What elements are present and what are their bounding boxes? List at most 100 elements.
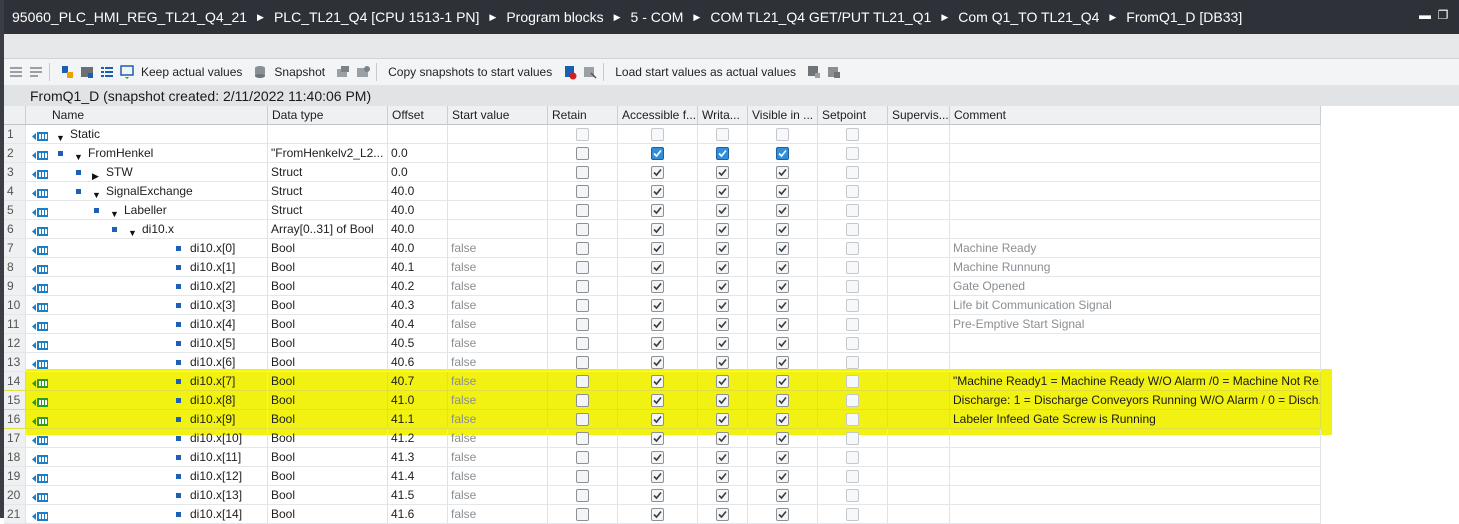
writable-checkbox[interactable] (716, 166, 729, 179)
column-header[interactable]: Setpoint (818, 106, 888, 125)
name-cell[interactable]: di10.x[10] (4, 429, 268, 448)
comment-cell[interactable]: Discharge: 1 = Discharge Conveyors Runni… (950, 391, 1321, 410)
accessible-checkbox[interactable] (651, 242, 664, 255)
writable-checkbox[interactable] (716, 204, 729, 217)
table-row[interactable]: ▼ Static 1 (4, 125, 1459, 144)
comment-cell[interactable]: Machine Ready (950, 239, 1321, 258)
collapse-all-icon[interactable] (79, 64, 95, 80)
data-type-cell[interactable]: Bool (268, 334, 388, 353)
comment-cell[interactable] (950, 163, 1321, 182)
snapshot-compare-icon[interactable] (335, 64, 351, 80)
retain-checkbox[interactable] (576, 204, 589, 217)
copy-snapshots-button[interactable]: Copy snapshots to start values (388, 65, 552, 79)
name-cell[interactable]: di10.x[14] (4, 505, 268, 524)
table-row[interactable]: di10.x[5] 12 Bool 40.5 false (4, 334, 1459, 353)
supervision-cell[interactable] (888, 277, 950, 296)
name-cell[interactable]: ▼ Labeller (4, 201, 268, 220)
table-row[interactable]: di10.x[3] 10 Bool 40.3 false Life bit Communi… (4, 296, 1459, 315)
visible-checkbox[interactable] (776, 299, 789, 312)
table-row[interactable]: ▼ SignalExchange 4 Struct 40.0 (4, 182, 1459, 201)
supervision-cell[interactable] (888, 410, 950, 429)
supervision-cell[interactable] (888, 467, 950, 486)
breadcrumb-item[interactable]: Program blocks (504, 9, 605, 25)
data-type-cell[interactable]: Struct (268, 182, 388, 201)
name-cell[interactable]: ▼ FromHenkel (4, 144, 268, 163)
column-header[interactable]: Start value (448, 106, 548, 125)
table-row[interactable]: di10.x[11] 18 Bool 41.3 false (4, 448, 1459, 467)
name-cell[interactable]: di10.x[3] (4, 296, 268, 315)
comment-cell[interactable] (950, 486, 1321, 505)
accessible-checkbox[interactable] (651, 147, 664, 160)
writable-checkbox[interactable] (716, 337, 729, 350)
accessible-checkbox[interactable] (651, 375, 664, 388)
accessible-checkbox[interactable] (651, 489, 664, 502)
data-type-cell[interactable]: Bool (268, 505, 388, 524)
comment-cell[interactable]: "Machine Ready1 = Machine Ready W/O Alar… (950, 372, 1321, 391)
accessible-checkbox[interactable] (651, 185, 664, 198)
retain-checkbox[interactable] (576, 318, 589, 331)
retain-checkbox[interactable] (576, 432, 589, 445)
table-row[interactable]: ▼ FromHenkel 2 "FromHenkelv2_L2... 0.0 (4, 144, 1459, 163)
visible-checkbox[interactable] (776, 204, 789, 217)
snapshot-monitor-icon[interactable] (355, 64, 371, 80)
retain-checkbox[interactable] (576, 242, 589, 255)
supervision-cell[interactable] (888, 258, 950, 277)
visible-checkbox[interactable] (776, 223, 789, 236)
name-cell[interactable]: di10.x[4] (4, 315, 268, 334)
comment-cell[interactable]: Gate Opened (950, 277, 1321, 296)
writable-checkbox[interactable] (716, 261, 729, 274)
data-type-cell[interactable]: Bool (268, 486, 388, 505)
table-row[interactable]: di10.x[4] 11 Bool 40.4 false Pre-Emptive Star… (4, 315, 1459, 334)
column-header[interactable]: Offset (388, 106, 448, 125)
retain-checkbox[interactable] (576, 128, 589, 141)
setpoint-checkbox[interactable] (846, 242, 859, 255)
column-header[interactable]: Comment (950, 106, 1321, 125)
name-cell[interactable]: di10.x[6] (4, 353, 268, 372)
breadcrumb-item[interactable]: FromQ1_D [DB33] (1124, 9, 1244, 25)
retain-checkbox[interactable] (576, 451, 589, 464)
breadcrumb-item[interactable]: 95060_PLC_HMI_REG_TL21_Q4_21 (10, 9, 249, 25)
visible-checkbox[interactable] (776, 375, 789, 388)
retain-checkbox[interactable] (576, 470, 589, 483)
data-type-cell[interactable]: Bool (268, 296, 388, 315)
data-type-cell[interactable]: Struct (268, 201, 388, 220)
supervision-cell[interactable] (888, 315, 950, 334)
visible-checkbox[interactable] (776, 413, 789, 426)
accessible-checkbox[interactable] (651, 451, 664, 464)
name-cell[interactable]: di10.x[7] (4, 372, 268, 391)
column-header[interactable]: Accessible f... (618, 106, 698, 125)
comment-cell[interactable] (950, 144, 1321, 163)
table-row[interactable]: ▼ Labeller 5 Struct 40.0 (4, 201, 1459, 220)
list-view-icon[interactable] (99, 64, 115, 80)
name-cell[interactable]: di10.x[13] (4, 486, 268, 505)
start-value-cell[interactable]: false (448, 372, 548, 391)
data-type-cell[interactable]: Bool (268, 391, 388, 410)
visible-checkbox[interactable] (776, 280, 789, 293)
name-cell[interactable]: ▼ Static (4, 125, 268, 144)
monitor-icon[interactable] (119, 64, 135, 80)
data-type-cell[interactable]: Struct (268, 163, 388, 182)
start-value-cell[interactable]: false (448, 505, 548, 524)
column-header[interactable]: Name (26, 106, 268, 125)
setpoint-checkbox[interactable] (846, 204, 859, 217)
writable-checkbox[interactable] (716, 299, 729, 312)
start-value-cell[interactable]: false (448, 429, 548, 448)
writable-checkbox[interactable] (716, 128, 729, 141)
retain-checkbox[interactable] (576, 337, 589, 350)
start-value-cell[interactable]: false (448, 239, 548, 258)
writable-checkbox[interactable] (716, 451, 729, 464)
setpoint-checkbox[interactable] (846, 185, 859, 198)
accessible-checkbox[interactable] (651, 223, 664, 236)
visible-checkbox[interactable] (776, 470, 789, 483)
table-row[interactable]: ▼ di10.x 6 Array[0..31] of Bool 40.0 (4, 220, 1459, 239)
writable-checkbox[interactable] (716, 318, 729, 331)
setpoint-checkbox[interactable] (846, 261, 859, 274)
visible-checkbox[interactable] (776, 337, 789, 350)
accessible-checkbox[interactable] (651, 280, 664, 293)
accessible-checkbox[interactable] (651, 204, 664, 217)
data-type-cell[interactable]: Bool (268, 353, 388, 372)
start-value-cell[interactable] (448, 182, 548, 201)
comment-cell[interactable] (950, 334, 1321, 353)
name-cell[interactable]: di10.x[8] (4, 391, 268, 410)
visible-checkbox[interactable] (776, 128, 789, 141)
